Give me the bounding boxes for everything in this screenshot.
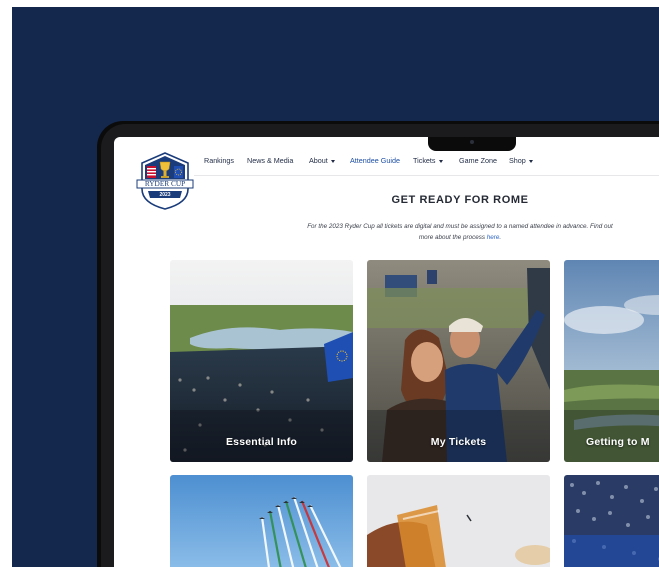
card-getting-to[interactable]: Getting to M bbox=[564, 260, 659, 462]
ryder-cup-logo[interactable]: RYDER CUP 2023 bbox=[134, 151, 196, 211]
laptop-screen: RYDER CUP 2023 Rankings News & Media Abo… bbox=[114, 137, 659, 567]
page-title: GET READY FOR ROME bbox=[391, 194, 529, 206]
nav-label: News & Media bbox=[247, 156, 294, 165]
card-airshow[interactable] bbox=[170, 475, 353, 567]
nav-item-rankings[interactable]: Rankings bbox=[204, 156, 234, 165]
card-label: Essential Info bbox=[225, 436, 298, 448]
chevron-down-icon bbox=[330, 159, 335, 163]
nav-label: Attendee Guide bbox=[350, 156, 400, 165]
nav-label: Shop bbox=[509, 156, 526, 165]
intro-paragraph: For the 2023 Ryder Cup all tickets are d… bbox=[300, 222, 620, 243]
nav-label: About bbox=[309, 156, 328, 165]
nav-item-about[interactable]: About bbox=[309, 156, 335, 165]
golf-course-crowd-photo bbox=[170, 260, 353, 462]
selfie-couple-photo bbox=[367, 260, 550, 462]
nav-item-shop[interactable]: Shop bbox=[509, 156, 533, 165]
chevron-down-icon bbox=[438, 159, 443, 163]
intro-text: For the 2023 Ryder Cup all tickets are d… bbox=[307, 223, 613, 241]
logo-text: RYDER CUP bbox=[144, 179, 186, 188]
chevron-down-icon bbox=[528, 159, 533, 163]
nav-label: Rankings bbox=[204, 156, 234, 165]
marketing-stage: RYDER CUP 2023 Rankings News & Media Abo… bbox=[0, 0, 659, 567]
intro-end: . bbox=[499, 233, 502, 241]
nav-item-game-zone[interactable]: Game Zone bbox=[459, 156, 497, 165]
card-label: Getting to M bbox=[586, 436, 650, 448]
card-drinks[interactable] bbox=[367, 475, 550, 567]
nav-item-tickets[interactable]: Tickets bbox=[413, 156, 443, 165]
golf-course-landscape-photo bbox=[564, 260, 659, 462]
drinks-photo bbox=[367, 475, 550, 567]
intro-here-link[interactable]: here bbox=[487, 234, 500, 241]
logo-year: 2023 bbox=[159, 191, 171, 198]
nav-label: Tickets bbox=[413, 156, 436, 165]
nav-divider bbox=[194, 175, 659, 176]
nav-label: Game Zone bbox=[459, 156, 497, 165]
card-crowd[interactable] bbox=[564, 475, 659, 567]
nav-item-attendee-guide[interactable]: Attendee Guide bbox=[350, 156, 400, 165]
card-essential-info[interactable]: Essential Info bbox=[170, 260, 353, 462]
crowd-photo bbox=[564, 475, 659, 567]
card-my-tickets[interactable]: My Tickets bbox=[367, 260, 550, 462]
nav-item-news-media[interactable]: News & Media bbox=[247, 156, 293, 165]
card-label: My Tickets bbox=[430, 436, 487, 448]
camera-icon bbox=[470, 140, 474, 144]
airshow-jets-photo bbox=[170, 475, 353, 567]
